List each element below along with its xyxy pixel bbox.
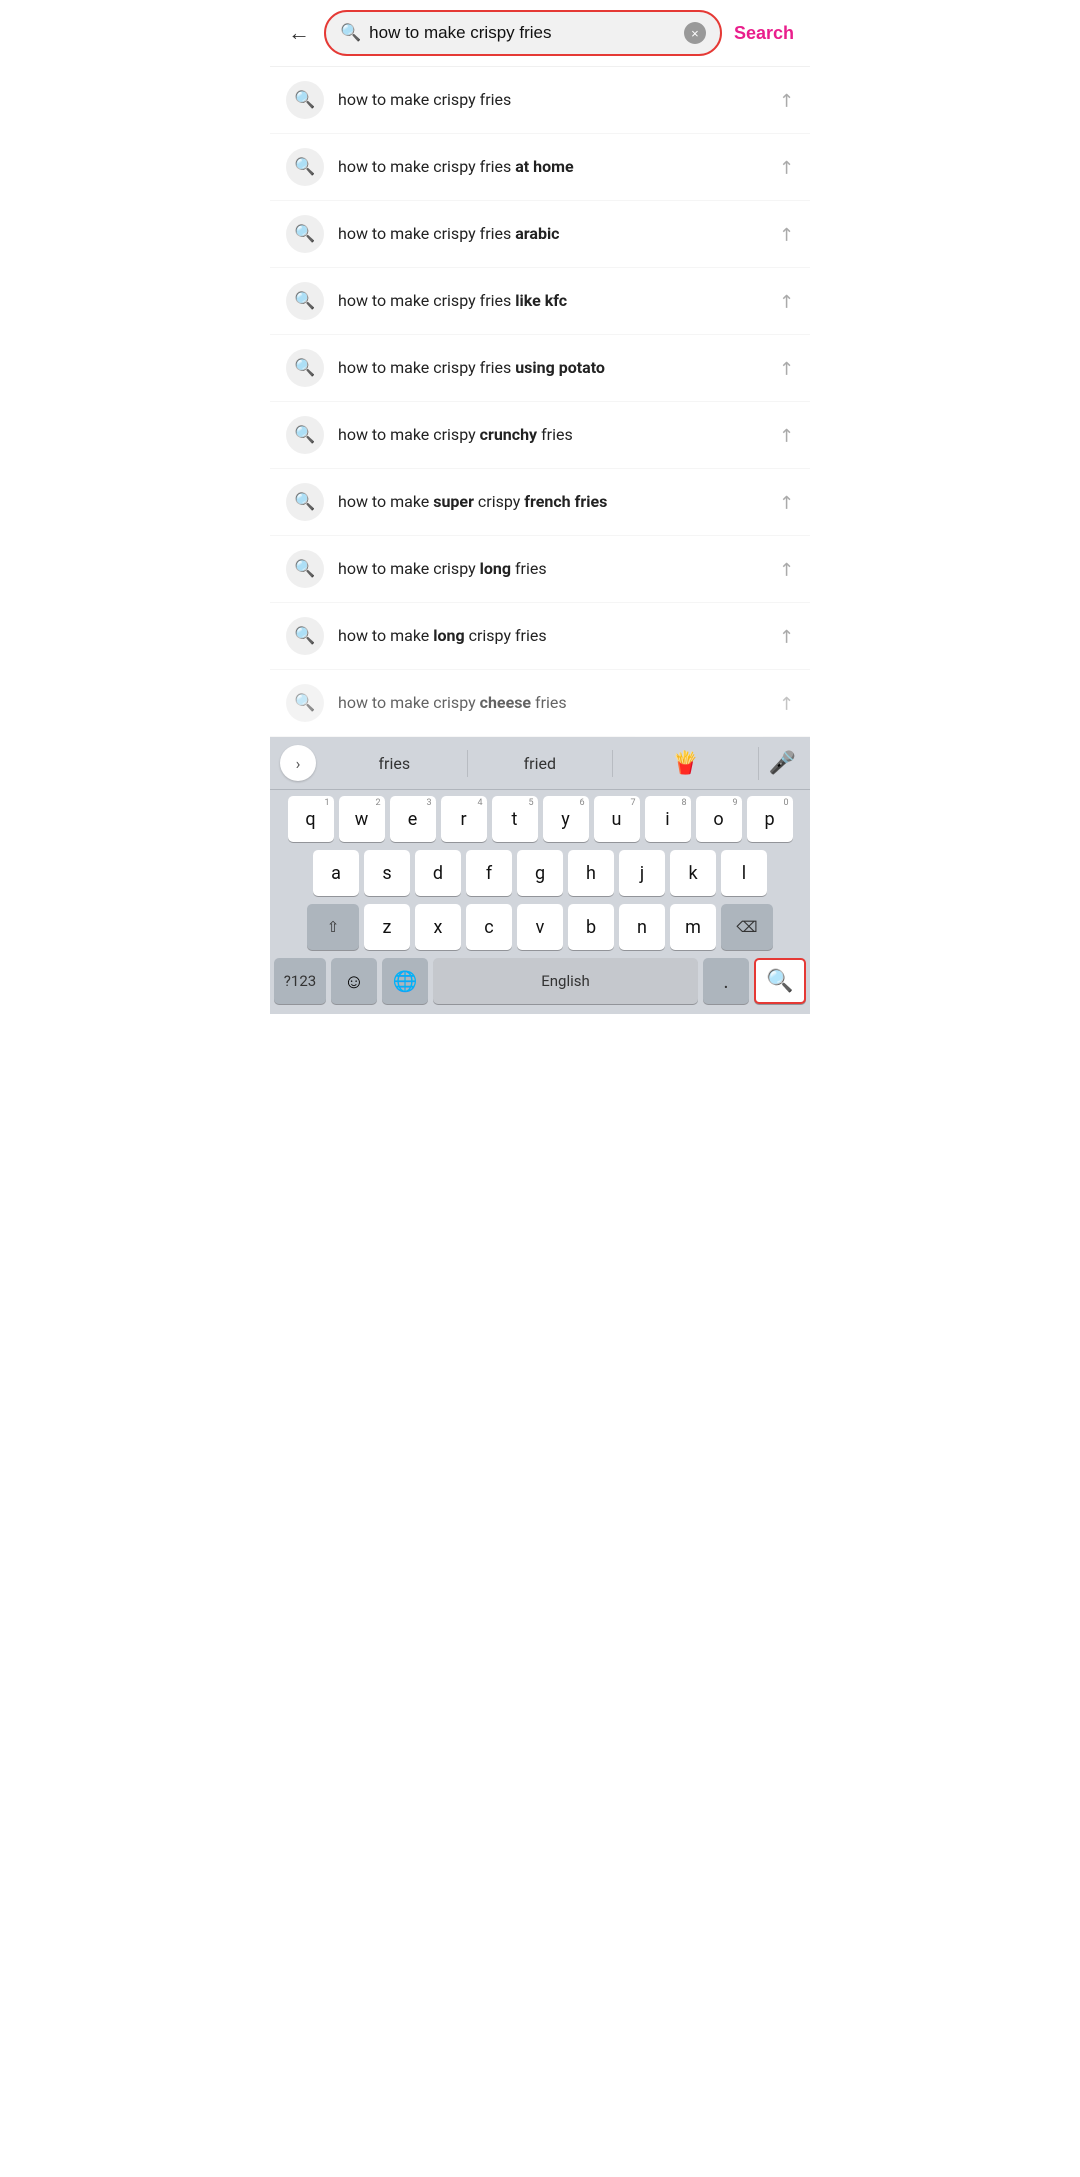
arrow-icon: ↗ xyxy=(774,288,800,314)
suggestion-search-icon: 🔍 xyxy=(286,684,324,722)
back-icon: ← xyxy=(288,20,310,45)
arrow-icon: ↗ xyxy=(774,556,800,582)
suggestion-text: how to make crispy long fries xyxy=(338,558,765,580)
search-button[interactable]: Search xyxy=(730,17,798,50)
period-key[interactable]: . xyxy=(703,958,749,1004)
keyboard-area: › fries fried 🍟 🎤 1q 2w 3e 4r 5t 6y 7u 8… xyxy=(270,737,810,1014)
suggestion-text: how to make crispy fries using potato xyxy=(338,357,765,379)
arrow-icon: ↗ xyxy=(774,154,800,180)
suggestion-search-icon: 🔍 xyxy=(286,416,324,454)
suggestion-text: how to make crispy fries like kfc xyxy=(338,290,765,312)
key-p[interactable]: 0p xyxy=(747,796,793,842)
suggestion-search-icon: 🔍 xyxy=(286,215,324,253)
shift-key[interactable]: ⇧ xyxy=(307,904,359,950)
key-l[interactable]: l xyxy=(721,850,767,896)
suggestion-item[interactable]: 🔍 how to make crispy cheese fries ↗ xyxy=(270,670,810,737)
keyboard-row-1: 1q 2w 3e 4r 5t 6y 7u 8i 9o 0p xyxy=(272,796,808,842)
suggestion-text: how to make crispy fries at home xyxy=(338,156,765,178)
suggestion-text: how to make crispy cheese fries xyxy=(338,692,765,714)
key-x[interactable]: x xyxy=(415,904,461,950)
microphone-icon[interactable]: 🎤 xyxy=(769,751,796,776)
key-m[interactable]: m xyxy=(670,904,716,950)
suggestion-search-icon: 🔍 xyxy=(286,282,324,320)
key-o[interactable]: 9o xyxy=(696,796,742,842)
suggestion-text: how to make crispy crunchy fries xyxy=(338,424,765,446)
keyboard-row-3: ⇧ z x c v b n m ⌫ xyxy=(272,904,808,950)
key-i[interactable]: 8i xyxy=(645,796,691,842)
key-t[interactable]: 5t xyxy=(492,796,538,842)
key-v[interactable]: v xyxy=(517,904,563,950)
search-icon: 🔍 xyxy=(340,23,361,43)
key-f[interactable]: f xyxy=(466,850,512,896)
arrow-icon: ↗ xyxy=(774,355,800,381)
arrow-icon: ↗ xyxy=(774,87,800,113)
key-j[interactable]: j xyxy=(619,850,665,896)
key-n[interactable]: n xyxy=(619,904,665,950)
suggestion-text: how to make crispy fries arabic xyxy=(338,223,765,245)
suggestion-item[interactable]: 🔍 how to make crispy crunchy fries ↗ xyxy=(270,402,810,469)
suggestion-search-icon: 🔍 xyxy=(286,81,324,119)
autocomplete-bar: › fries fried 🍟 🎤 xyxy=(270,737,810,790)
arrow-icon: ↗ xyxy=(774,221,800,247)
arrow-icon: ↗ xyxy=(774,623,800,649)
suggestion-item[interactable]: 🔍 how to make super crispy french fries … xyxy=(270,469,810,536)
key-y[interactable]: 6y xyxy=(543,796,589,842)
suggestion-item[interactable]: 🔍 how to make crispy fries like kfc ↗ xyxy=(270,268,810,335)
search-box: 🔍 × xyxy=(324,10,722,56)
key-b[interactable]: b xyxy=(568,904,614,950)
backspace-key[interactable]: ⌫ xyxy=(721,904,773,950)
suggestions-list: 🔍 how to make crispy fries ↗ 🔍 how to ma… xyxy=(270,67,810,737)
suggestion-item[interactable]: 🔍 how to make crispy fries arabic ↗ xyxy=(270,201,810,268)
clear-button[interactable]: × xyxy=(684,22,706,44)
key-a[interactable]: a xyxy=(313,850,359,896)
search-input[interactable] xyxy=(369,23,676,43)
key-e[interactable]: 3e xyxy=(390,796,436,842)
keyboard-bottom-row: ?123 ☺ 🌐 English . 🔍 xyxy=(272,958,808,1010)
language-key[interactable]: English xyxy=(433,958,698,1004)
globe-key[interactable]: 🌐 xyxy=(382,958,428,1004)
suggestion-search-icon: 🔍 xyxy=(286,483,324,521)
key-q[interactable]: 1q xyxy=(288,796,334,842)
suggestion-search-icon: 🔍 xyxy=(286,550,324,588)
suggestion-item[interactable]: 🔍 how to make crispy fries using potato … xyxy=(270,335,810,402)
suggestion-search-icon: 🔍 xyxy=(286,349,324,387)
key-c[interactable]: c xyxy=(466,904,512,950)
emoji-key[interactable]: ☺ xyxy=(331,958,377,1004)
arrow-icon: ↗ xyxy=(774,422,800,448)
key-d[interactable]: d xyxy=(415,850,461,896)
suggestion-item[interactable]: 🔍 how to make crispy fries ↗ xyxy=(270,67,810,134)
suggestion-text: how to make long crispy fries xyxy=(338,625,765,647)
autocomplete-emoji[interactable]: 🍟 xyxy=(613,747,759,780)
symbols-key[interactable]: ?123 xyxy=(274,958,326,1004)
key-r[interactable]: 4r xyxy=(441,796,487,842)
clear-icon: × xyxy=(691,26,699,41)
suggestion-text: how to make super crispy french fries xyxy=(338,491,765,513)
arrow-icon: ↗ xyxy=(774,690,800,716)
autocomplete-word-2[interactable]: fried xyxy=(468,750,614,777)
key-s[interactable]: s xyxy=(364,850,410,896)
key-g[interactable]: g xyxy=(517,850,563,896)
search-header: ← 🔍 × Search xyxy=(270,0,810,67)
key-w[interactable]: 2w xyxy=(339,796,385,842)
search-button-label: Search xyxy=(734,23,794,43)
keyboard-row-2: a s d f g h j k l xyxy=(272,850,808,896)
autocomplete-word-1[interactable]: fries xyxy=(322,750,468,777)
suggestion-item[interactable]: 🔍 how to make crispy long fries ↗ xyxy=(270,536,810,603)
keyboard: 1q 2w 3e 4r 5t 6y 7u 8i 9o 0p a s d f g … xyxy=(270,790,810,1014)
suggestion-text: how to make crispy fries xyxy=(338,89,765,111)
key-z[interactable]: z xyxy=(364,904,410,950)
key-u[interactable]: 7u xyxy=(594,796,640,842)
suggestion-item[interactable]: 🔍 how to make long crispy fries ↗ xyxy=(270,603,810,670)
autocomplete-expand-button[interactable]: › xyxy=(280,745,316,781)
key-h[interactable]: h xyxy=(568,850,614,896)
key-k[interactable]: k xyxy=(670,850,716,896)
suggestion-search-icon: 🔍 xyxy=(286,148,324,186)
suggestion-search-icon: 🔍 xyxy=(286,617,324,655)
arrow-icon: ↗ xyxy=(774,489,800,515)
search-enter-key[interactable]: 🔍 xyxy=(754,958,806,1004)
suggestion-item[interactable]: 🔍 how to make crispy fries at home ↗ xyxy=(270,134,810,201)
back-button[interactable]: ← xyxy=(282,14,316,52)
